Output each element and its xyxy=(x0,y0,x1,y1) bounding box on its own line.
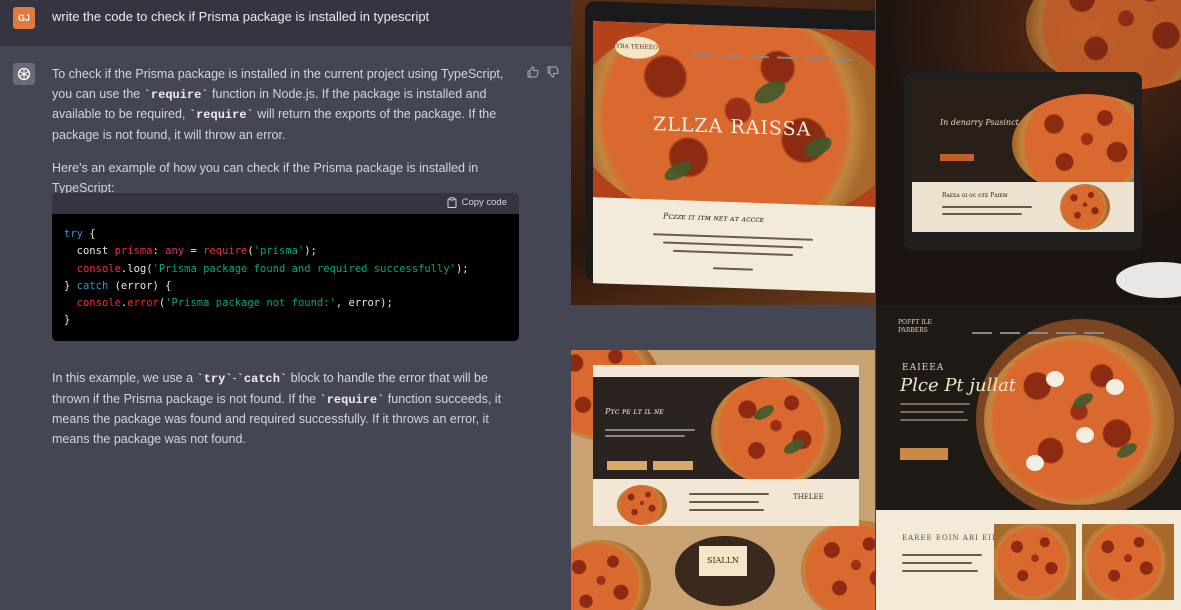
stamp-label: SIALLN xyxy=(699,546,747,576)
inline-code: `require` xyxy=(143,87,209,102)
code-token: require xyxy=(203,245,248,258)
code-token: 'Prisma package not found:' xyxy=(165,297,336,310)
thumbs-up-icon[interactable] xyxy=(527,66,539,78)
text-placeholder xyxy=(673,249,793,257)
plate xyxy=(1116,262,1181,298)
code-content: try { const prisma: any = require('prism… xyxy=(52,214,519,330)
card-side-title: THELEE xyxy=(793,493,824,501)
code-block: Copy code try { const prisma: any = requ… xyxy=(52,193,519,341)
pizza-image xyxy=(571,540,651,610)
text-placeholder xyxy=(663,241,803,249)
text-placeholder xyxy=(902,570,978,572)
hero-heading: Plce Pt jullat xyxy=(900,375,1017,396)
text-placeholder xyxy=(689,493,769,495)
mozzarella xyxy=(1026,455,1044,471)
thumbs-down-icon[interactable] xyxy=(547,66,559,78)
openai-logo-icon xyxy=(17,67,31,81)
tablet-heading: In denarry Psasinct xyxy=(940,118,1019,127)
text-placeholder xyxy=(689,501,759,503)
code-token: console xyxy=(76,262,121,275)
assistant-paragraph-3: In this example, we use a `try`-`catch` … xyxy=(52,369,518,449)
card-hero: Pᴛᴄ ᴘᴇ ʟᴛ ɪʟ ɴᴇ xyxy=(593,377,859,479)
hero-button xyxy=(900,448,948,460)
pizza-image xyxy=(617,485,667,525)
pizza-website-mockup-4: POFFT ILE PARBERS EAIEEA Plce Pt jullat … xyxy=(876,305,1181,610)
mozzarella xyxy=(1106,379,1124,395)
text-span: In this example, we use a xyxy=(52,371,197,385)
inline-code: `require` xyxy=(188,108,254,122)
text-placeholder xyxy=(689,509,764,511)
hero-kicker: EAIEEA xyxy=(902,363,945,373)
copy-code-label: Copy code xyxy=(461,197,507,208)
pizza-image xyxy=(1082,524,1174,600)
copy-code-button[interactable]: Copy code xyxy=(447,197,507,208)
code-line-5: console.error('Prisma package not found:… xyxy=(76,297,393,310)
user-avatar: GJ xyxy=(13,7,35,29)
pizza-image xyxy=(994,524,1076,600)
code-token: console xyxy=(76,297,121,310)
text-placeholder xyxy=(902,554,982,556)
code-line-1: try { xyxy=(64,228,96,240)
code-token: try xyxy=(64,228,83,240)
text-placeholder xyxy=(900,403,970,405)
pizza-image xyxy=(1060,184,1110,230)
mozzarella xyxy=(1076,427,1094,443)
text-placeholder xyxy=(713,267,753,271)
user-message-row: GJ write the code to check if Prisma pac… xyxy=(0,0,571,46)
tablet-info-panel: Rᴀᴇᴇᴀ ɢɪ ᴏᴄ ᴏᴛᴇ Pᴀɪᴇᴍ xyxy=(912,182,1134,232)
text-placeholder xyxy=(900,419,968,421)
tablet-subheading: Rᴀᴇᴇᴀ ɢɪ ᴏᴄ ᴏᴛᴇ Pᴀɪᴇᴍ xyxy=(942,192,1008,199)
card-button xyxy=(607,461,647,470)
text-placeholder xyxy=(902,562,972,564)
assistant-paragraph-1: To check if the Prisma package is instal… xyxy=(52,65,518,145)
code-token: prisma xyxy=(114,245,153,258)
tablet-screen: In denarry Psasinct Rᴀᴇᴇᴀ ɢɪ ᴏᴄ ᴏᴛᴇ Pᴀɪᴇ… xyxy=(912,80,1134,232)
text-placeholder xyxy=(605,429,695,431)
card-button xyxy=(653,461,693,470)
inline-code: `catch` xyxy=(236,372,288,386)
pizza-image xyxy=(801,520,875,610)
code-line-4: } catch (error) { xyxy=(64,279,172,292)
mozzarella xyxy=(1046,371,1064,387)
site-logo: POFFT ILE PARBERS xyxy=(898,319,932,334)
pizza-website-mockup-3: Pᴛᴄ ᴘᴇ ʟᴛ ɪʟ ɴᴇ THELEE SIALLN xyxy=(571,350,875,610)
code-token: 'prisma' xyxy=(253,245,305,258)
text-placeholder xyxy=(605,435,685,437)
assistant-avatar xyxy=(13,63,35,85)
site-card: Pᴛᴄ ᴘᴇ ʟᴛ ɪʟ ɴᴇ THELEE xyxy=(593,365,859,526)
inline-code: `try` xyxy=(196,372,233,386)
hero-tagline: Pᴄᴢᴢᴇ ɪᴛ ɪᴛᴍ ɴᴇᴛ ᴀᴛ ᴀᴄᴄᴄᴇ xyxy=(663,211,764,225)
text-placeholder xyxy=(942,206,1032,208)
info-section: EAREE EOIN ARI EIL xyxy=(876,510,1181,610)
pizza-website-mockup-2: In denarry Psasinct Rᴀᴇᴇᴀ ɢɪ ᴏᴄ ᴏᴛᴇ Pᴀɪᴇ… xyxy=(876,0,1181,305)
user-message: write the code to check if Prisma packag… xyxy=(52,9,430,24)
inline-code: `require` xyxy=(319,392,385,407)
laptop-screen: YRA TEHEEO ZLLZA RAISSA Pᴄᴢᴢᴇ ɪᴛ ɪᴛᴍ ɴᴇᴛ… xyxy=(593,21,875,293)
info-heading: EAREE EOIN ARI EIL xyxy=(902,534,998,542)
code-token: any xyxy=(165,245,185,258)
text-placeholder xyxy=(900,411,964,413)
code-line-6: } xyxy=(64,314,71,327)
text-placeholder xyxy=(942,213,1022,215)
clipboard-icon xyxy=(447,197,457,208)
pizza-website-mockup-1: YRA TEHEEO ZLLZA RAISSA Pᴄᴢᴢᴇ ɪᴛ ɪᴛᴍ ɴᴇᴛ… xyxy=(571,0,875,305)
text-placeholder xyxy=(653,233,813,241)
chat-panel: GJ write the code to check if Prisma pac… xyxy=(0,0,571,610)
code-token: error xyxy=(127,297,159,310)
pizza-image xyxy=(984,335,1174,505)
code-token: catch xyxy=(76,279,109,292)
card-heading: Pᴛᴄ ᴘᴇ ʟᴛ ɪʟ ɴᴇ xyxy=(605,407,664,416)
pizza-image xyxy=(1012,94,1134,194)
pizza-image xyxy=(711,377,841,479)
code-line-2: const prisma: any = require('prisma'); xyxy=(64,245,317,258)
site-nav xyxy=(972,321,1112,339)
code-token: 'Prisma package found and required succe… xyxy=(152,262,456,275)
code-line-3: console.log('Prisma package found and re… xyxy=(76,262,469,275)
tablet-cta-button xyxy=(940,154,974,161)
feedback-buttons xyxy=(527,66,559,78)
code-block-header: Copy code xyxy=(52,193,519,214)
